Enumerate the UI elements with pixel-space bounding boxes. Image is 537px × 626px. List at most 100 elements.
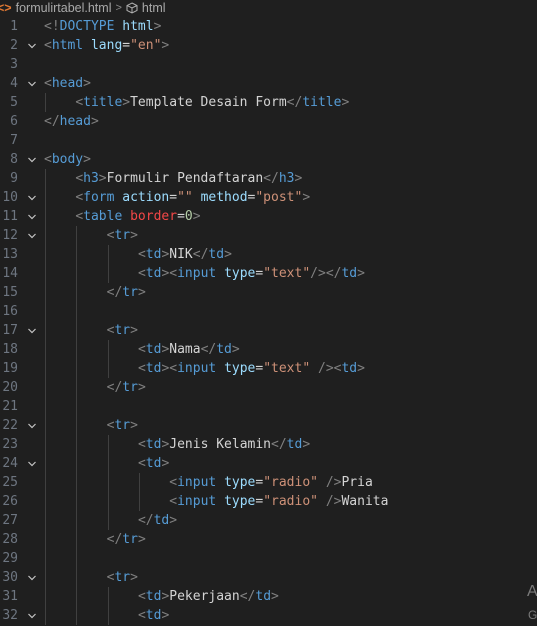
code-line[interactable]: 28 </tr> — [0, 530, 537, 549]
line-number: 28 — [2, 532, 18, 547]
code-token: < — [137, 456, 146, 471]
chevron-down-icon[interactable] — [25, 188, 39, 207]
code-token: >< — [161, 361, 178, 376]
code-token: > — [161, 608, 170, 623]
code-line[interactable]: 16 — [0, 302, 537, 321]
code-line[interactable]: 10 <form action="" method="post"> — [0, 188, 537, 207]
indent-guide — [138, 473, 140, 492]
code-line[interactable]: 32 <td> — [0, 606, 537, 625]
chevron-down-icon[interactable] — [25, 74, 39, 93]
code-token: action — [122, 190, 170, 205]
code-line[interactable]: 31 <td>Pekerjaan</td> — [0, 587, 537, 606]
code-line[interactable]: 4 <head> — [0, 74, 537, 93]
indent-guide — [76, 549, 78, 568]
cube-icon — [126, 2, 138, 14]
code-text: <td>Jenis Kelamin</td> — [138, 435, 310, 454]
indent-guide — [76, 511, 78, 530]
indent-guide — [76, 245, 78, 264]
code-text: <form action="" method="post"> — [75, 188, 310, 207]
code-line[interactable]: 20 </tr> — [0, 378, 537, 397]
html-file-icon: <> — [0, 1, 12, 15]
corner-glyph-g: G — [528, 608, 537, 622]
chevron-down-icon[interactable] — [25, 416, 39, 435]
indent-guide — [45, 473, 46, 492]
code-text: <head> — [44, 74, 91, 93]
code-line[interactable]: 23 <td>Jenis Kelamin</td> — [0, 435, 537, 454]
code-text: <input type="radio" />Wanita — [169, 492, 388, 511]
code-text: <td>Pekerjaan</td> — [138, 587, 279, 606]
indent-guide — [45, 416, 46, 435]
indent-guide — [45, 435, 46, 454]
code-token: > — [302, 437, 311, 452]
line-number: 3 — [10, 57, 18, 72]
code-line[interactable]: 3 — [0, 55, 537, 74]
code-token: > — [130, 418, 138, 433]
code-token: </ — [137, 513, 154, 528]
code-token: < — [44, 152, 52, 167]
code-token: > — [90, 114, 99, 129]
code-line[interactable]: 6 </head> — [0, 112, 537, 131]
code-token: td — [153, 513, 170, 528]
code-line[interactable]: 30 <tr> — [0, 568, 537, 587]
indent-guide — [45, 93, 46, 112]
code-line[interactable]: 19 <td><input type="text" /><td> — [0, 359, 537, 378]
code-line[interactable]: 27 </td> — [0, 511, 537, 530]
code-token: form — [83, 190, 115, 205]
code-text: </tr> — [107, 530, 146, 549]
code-line[interactable]: 8 <body> — [0, 150, 537, 169]
code-line[interactable]: 15 </tr> — [0, 283, 537, 302]
code-token: >< — [161, 266, 178, 281]
code-line[interactable]: 17 <tr> — [0, 321, 537, 340]
code-line[interactable]: 26 <input type="radio" />Wanita — [0, 492, 537, 511]
code-line[interactable]: 2 <html lang="en"> — [0, 36, 537, 55]
indent-guide — [45, 283, 46, 302]
code-line[interactable]: 14 <td><input type="text"/></td> — [0, 264, 537, 283]
code-token: td — [216, 342, 232, 357]
code-line[interactable]: 12 <tr> — [0, 226, 537, 245]
code-text: <tr> — [107, 226, 138, 245]
chevron-down-icon[interactable] — [25, 606, 39, 625]
chevron-down-icon[interactable] — [25, 150, 39, 169]
indent-guide — [45, 530, 46, 549]
code-line[interactable]: 9 <h3>Formulir Pendaftaran</h3> — [0, 169, 537, 188]
code-line[interactable]: 18 <td>Nama</td> — [0, 340, 537, 359]
code-token: tr — [122, 285, 138, 300]
code-text: <input type="radio" />Pria — [169, 473, 373, 492]
code-line[interactable]: 25 <input type="radio" />Pria — [0, 473, 537, 492]
indent-guide — [45, 549, 46, 568]
code-line[interactable]: 7 — [0, 131, 537, 150]
code-line[interactable]: 21 — [0, 397, 537, 416]
code-token: />< — [318, 361, 342, 376]
chevron-down-icon[interactable] — [25, 226, 39, 245]
code-token: Wanita — [341, 494, 389, 509]
code-line[interactable]: 11 <table border=0> — [0, 207, 537, 226]
indent-guide — [45, 340, 46, 359]
code-line[interactable]: 5 <title>Template Desain Form</title> — [0, 93, 537, 112]
code-token: < — [75, 171, 84, 186]
code-line[interactable]: 22 <tr> — [0, 416, 537, 435]
chevron-down-icon[interactable] — [25, 207, 39, 226]
chevron-down-icon[interactable] — [25, 454, 39, 473]
line-number: 20 — [2, 380, 18, 395]
breadcrumb-symbol[interactable]: html — [142, 1, 166, 15]
indent-guide — [76, 568, 78, 587]
notification-corner: A G — [527, 578, 537, 624]
breadcrumb-file[interactable]: formulirtabel.html — [16, 1, 112, 15]
code-editor[interactable]: 1 <!DOCTYPE html> 2 <html lang="en"> 3 4 <head… — [0, 17, 537, 625]
code-line[interactable]: 29 — [0, 549, 537, 568]
code-line[interactable]: 24 <td> — [0, 454, 537, 473]
code-token: < — [44, 76, 52, 91]
chevron-down-icon[interactable] — [25, 568, 39, 587]
code-line[interactable]: 13 <td>NIK</td> — [0, 245, 537, 264]
code-token: </ — [271, 437, 287, 452]
line-number: 2 — [10, 38, 18, 53]
chevron-down-icon[interactable] — [25, 36, 39, 55]
code-text: <td>Nama</td> — [138, 340, 240, 359]
code-token: </ — [286, 95, 303, 110]
code-line[interactable]: 1 <!DOCTYPE html> — [0, 17, 537, 36]
code-token: > — [302, 190, 311, 205]
chevron-down-icon[interactable] — [25, 321, 39, 340]
